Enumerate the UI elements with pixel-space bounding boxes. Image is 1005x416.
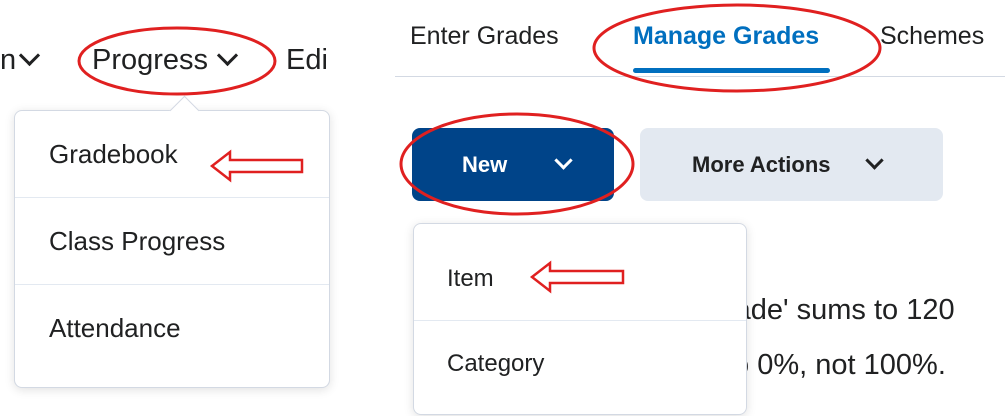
menu-item-category[interactable]: Category (414, 321, 746, 416)
menu-item-label: Class Progress (49, 226, 226, 256)
top-navbar: n Progress Edi (0, 36, 365, 86)
obscured-text-line-1: rade' sums to 120 (725, 294, 955, 326)
menu-item-label: Attendance (49, 313, 181, 343)
obscured-text-line-2: to 0%, not 100%. (725, 349, 946, 381)
chevron-down-icon (216, 44, 239, 67)
menu-item-label: Item (447, 265, 494, 292)
menu-item-gradebook[interactable]: Gradebook (15, 111, 329, 198)
menu-item-attendance[interactable]: Attendance (15, 285, 329, 371)
menu-item-label: Gradebook (49, 139, 178, 169)
nav-item-edit-label: Edi (286, 44, 328, 76)
new-button[interactable]: New (412, 128, 614, 201)
menu-item-item[interactable]: Item (414, 224, 746, 321)
nav-item-progress[interactable]: Progress (92, 40, 239, 80)
tab-enter-grades[interactable]: Enter Grades (410, 16, 559, 56)
nav-item-partial-label: n (0, 44, 17, 76)
nav-item-progress-label: Progress (92, 44, 209, 76)
new-button-label: New (462, 152, 508, 177)
chevron-down-icon (865, 151, 884, 170)
more-actions-button-label: More Actions (692, 152, 831, 177)
chevron-down-icon (554, 151, 573, 170)
tab-manage-grades[interactable]: Manage Grades (633, 16, 819, 56)
nav-item-edit[interactable]: Edi (286, 40, 328, 80)
screenshot-stage: n Progress Edi Gradebook Class Progress … (0, 0, 1005, 416)
menu-item-class-progress[interactable]: Class Progress (15, 198, 329, 285)
progress-dropdown-menu: Gradebook Class Progress Attendance (14, 95, 330, 388)
menu-item-label: Category (447, 350, 545, 377)
active-tab-indicator (633, 68, 830, 73)
nav-item-partial[interactable]: n (0, 40, 41, 80)
chevron-down-icon (19, 44, 41, 67)
new-dropdown-menu: Item Category (413, 223, 747, 415)
left-panel: n Progress Edi Gradebook Class Progress … (0, 0, 365, 416)
grades-tab-bar: Enter Grades Manage Grades Schemes (395, 0, 1005, 77)
tab-schemes[interactable]: Schemes (880, 16, 984, 56)
more-actions-button[interactable]: More Actions (640, 128, 943, 201)
right-panel: Enter Grades Manage Grades Schemes New M… (395, 0, 1005, 416)
